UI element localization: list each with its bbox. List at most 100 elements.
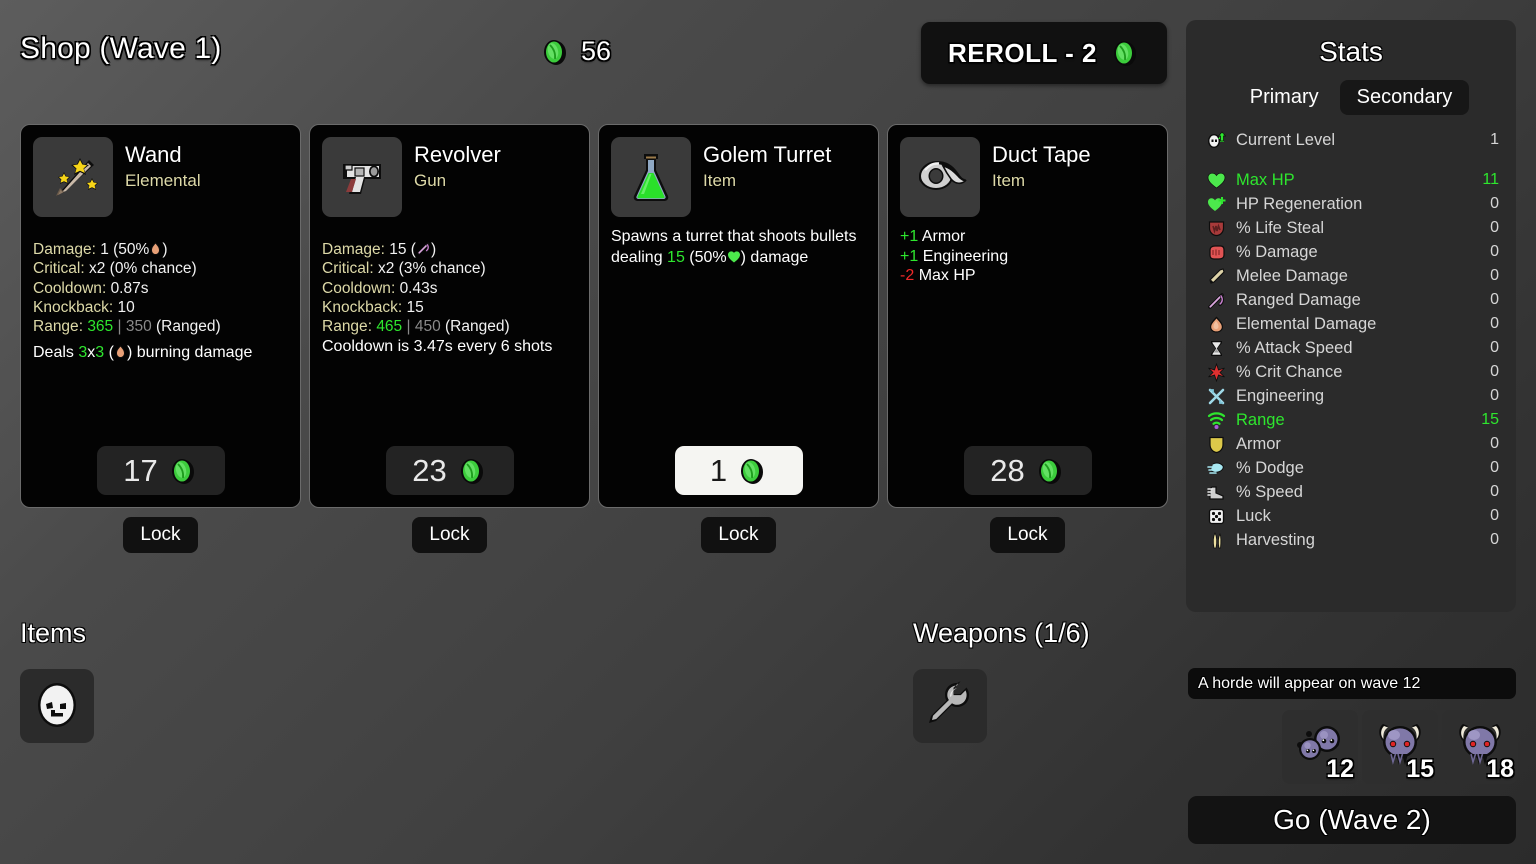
tab-primary[interactable]: Primary xyxy=(1233,80,1336,115)
card-titles: Revolver Gun xyxy=(414,137,501,191)
price-value: 17 xyxy=(123,452,158,488)
stat-row-hp-regeneration: HP Regeneration 0 xyxy=(1203,192,1499,216)
effect-row: +1 Armor xyxy=(900,228,966,245)
stat-label: % Speed xyxy=(1236,482,1303,501)
stat-row-armor: Armor 0 xyxy=(1203,432,1499,456)
stats-tabs: Primary Secondary xyxy=(1203,80,1499,115)
lock-button[interactable]: Lock xyxy=(412,517,487,553)
page-title: Shop (Wave 1) xyxy=(20,32,222,65)
shop-card-duct-tape[interactable]: Duct Tape Item +1 Armor +1 Engineering -… xyxy=(887,124,1168,508)
wand-icon xyxy=(33,137,113,217)
stat-value: 0 xyxy=(1490,387,1499,404)
stat-label: % Life Steal xyxy=(1236,218,1325,237)
tab-secondary[interactable]: Secondary xyxy=(1339,80,1470,115)
lock-button[interactable]: Lock xyxy=(990,517,1065,553)
flask-icon xyxy=(611,137,691,217)
gold-display: 56 xyxy=(540,36,611,67)
stat-label: % Dodge xyxy=(1236,458,1304,477)
stat-row-dodge: % Dodge 0 xyxy=(1203,456,1499,480)
card-titles: Wand Elemental xyxy=(125,137,201,191)
enemy-preview[interactable]: 12 xyxy=(1282,710,1358,784)
potato-head-icon xyxy=(29,676,85,737)
wheat-icon xyxy=(1203,531,1229,550)
shop-card-golem-turret[interactable]: Golem Turret Item Spawns a turret that s… xyxy=(598,124,879,508)
stat-range: Range: 365 | 350 (Ranged) xyxy=(33,318,221,336)
effect-row: -2 Max HP xyxy=(900,267,976,284)
card-effect: Cooldown is 3.47s every 6 shots xyxy=(322,338,553,356)
stat-label: % Crit Chance xyxy=(1236,362,1343,381)
go-button[interactable]: Go (Wave 2) xyxy=(1188,796,1516,844)
level-up-icon xyxy=(1203,130,1229,150)
stat-value: 0 xyxy=(1490,339,1499,356)
stat-row-current-level: Current Level 1 xyxy=(1203,128,1499,152)
stat-label: Ranged Damage xyxy=(1236,290,1361,309)
stat-row-melee-damage: Melee Damage 0 xyxy=(1203,264,1499,288)
crit-star-icon xyxy=(1203,362,1229,382)
item-slot[interactable] xyxy=(20,669,94,743)
stat-value: 0 xyxy=(1490,507,1499,524)
tape-icon xyxy=(900,137,980,217)
enemy-preview-list: 12 15 18 xyxy=(1282,710,1518,784)
heart-plus-icon xyxy=(1203,195,1229,214)
lock-button[interactable]: Lock xyxy=(123,517,198,553)
stat-value: 0 xyxy=(1490,219,1499,236)
stats-title: Stats xyxy=(1319,36,1383,67)
coin-icon xyxy=(737,456,767,486)
card-effect: Deals 3x3 () burning damage xyxy=(33,344,253,362)
card-name: Golem Turret xyxy=(703,142,832,167)
card-titles: Golem Turret Item xyxy=(703,137,831,191)
stat-damage: Damage: 1 (50%) xyxy=(33,241,168,258)
card-stats: Damage: 1 (50%) Critical: x2 (0% chance)… xyxy=(33,240,288,336)
shield-icon xyxy=(1203,435,1229,454)
range-waves-icon xyxy=(1203,411,1229,430)
fist-icon xyxy=(1203,243,1229,262)
enemy-wave-number: 18 xyxy=(1486,755,1514,783)
enemy-wave-number: 12 xyxy=(1326,755,1354,783)
stat-row-damage: % Damage 0 xyxy=(1203,240,1499,264)
card-type: Gun xyxy=(414,171,447,191)
lifesteal-icon xyxy=(1203,219,1229,238)
stat-row-attack-speed: % Attack Speed 0 xyxy=(1203,336,1499,360)
stat-label: Engineering xyxy=(1236,386,1325,405)
wrench-cross-icon xyxy=(1203,387,1229,406)
reroll-button[interactable]: REROLL - 2 xyxy=(921,22,1167,84)
horde-banner: A horde will appear on wave 12 xyxy=(1188,668,1516,699)
stat-value: 0 xyxy=(1490,267,1499,284)
hourglass-icon xyxy=(1203,339,1229,358)
stat-value: 1 xyxy=(1490,131,1499,148)
buy-button[interactable]: 28 xyxy=(963,446,1092,495)
card-type: Elemental xyxy=(125,171,201,191)
stats-panel: Stats Primary Secondary Current Level 1 … xyxy=(1186,20,1516,612)
stat-value: 0 xyxy=(1490,291,1499,308)
price-value: 23 xyxy=(412,452,447,488)
card-effect-list: +1 Armor +1 Engineering -2 Max HP xyxy=(900,227,1155,286)
card-stats: Damage: 15 () Critical: x2 (3% chance) C… xyxy=(322,240,577,357)
buy-button[interactable]: 23 xyxy=(385,446,514,495)
buy-button[interactable]: 17 xyxy=(96,446,225,495)
enemy-preview[interactable]: 15 xyxy=(1362,710,1438,784)
stat-cooldown: Cooldown: 0.87s xyxy=(33,279,149,297)
stat-value: 0 xyxy=(1490,363,1499,380)
stat-critical: Critical: x2 (0% chance) xyxy=(33,260,197,278)
wrench-icon xyxy=(923,677,977,736)
stat-knockback: Knockback: 10 xyxy=(33,298,135,316)
dice-icon xyxy=(1203,507,1229,526)
stat-label: Range xyxy=(1236,410,1285,429)
stat-row-crit-chance: % Crit Chance 0 xyxy=(1203,360,1499,384)
lock-button[interactable]: Lock xyxy=(701,517,776,553)
buy-button[interactable]: 1 xyxy=(674,446,803,495)
enemy-preview[interactable]: 18 xyxy=(1442,710,1518,784)
stat-row-luck: Luck 0 xyxy=(1203,504,1499,528)
go-label: Go (Wave 2) xyxy=(1273,804,1431,835)
shop-card-revolver[interactable]: Revolver Gun Damage: 15 () Critical: x2 … xyxy=(309,124,590,508)
shop-card-wand[interactable]: Wand Elemental Damage: 1 (50%) Critical:… xyxy=(20,124,301,508)
reroll-label: REROLL - 2 xyxy=(948,37,1097,68)
stat-row-ranged-damage: Ranged Damage 0 xyxy=(1203,288,1499,312)
shop-card-slot: Wand Elemental Damage: 1 (50%) Critical:… xyxy=(20,124,301,553)
stat-label: % Damage xyxy=(1236,242,1318,261)
coin-icon xyxy=(168,456,198,486)
items-title: Items xyxy=(20,618,87,648)
revolver-icon xyxy=(322,137,402,217)
weapon-slot[interactable] xyxy=(913,669,987,743)
heart-icon xyxy=(1203,171,1229,190)
